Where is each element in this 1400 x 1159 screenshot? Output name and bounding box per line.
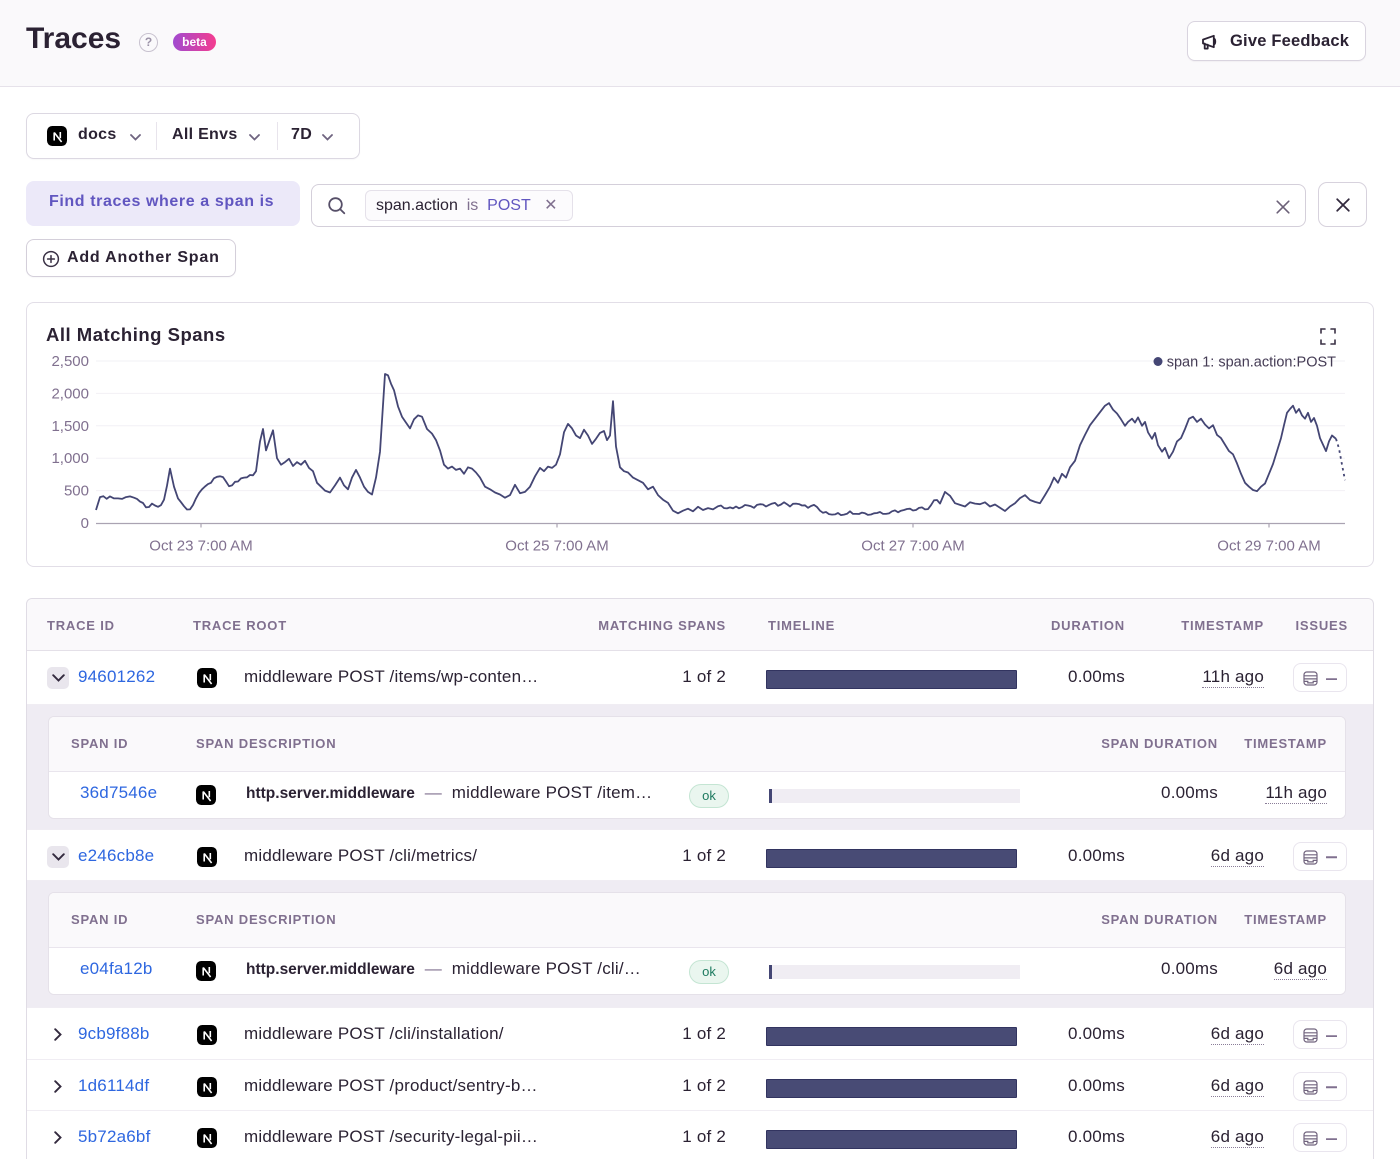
svg-text:500: 500 [64, 483, 89, 500]
svg-text:1,000: 1,000 [51, 450, 89, 467]
svg-text:1,500: 1,500 [51, 418, 89, 435]
svg-text:2,000: 2,000 [51, 385, 89, 402]
svg-text:0: 0 [81, 515, 89, 532]
svg-text:Oct 25 7:00 AM: Oct 25 7:00 AM [505, 538, 608, 555]
svg-text:Oct 29 7:00 AM: Oct 29 7:00 AM [1217, 538, 1320, 555]
svg-text:span 1: span.action:POST: span 1: span.action:POST [1167, 355, 1336, 371]
svg-text:Oct 27 7:00 AM: Oct 27 7:00 AM [861, 538, 964, 555]
svg-text:2,500: 2,500 [51, 353, 89, 370]
svg-text:Oct 23 7:00 AM: Oct 23 7:00 AM [149, 538, 252, 555]
